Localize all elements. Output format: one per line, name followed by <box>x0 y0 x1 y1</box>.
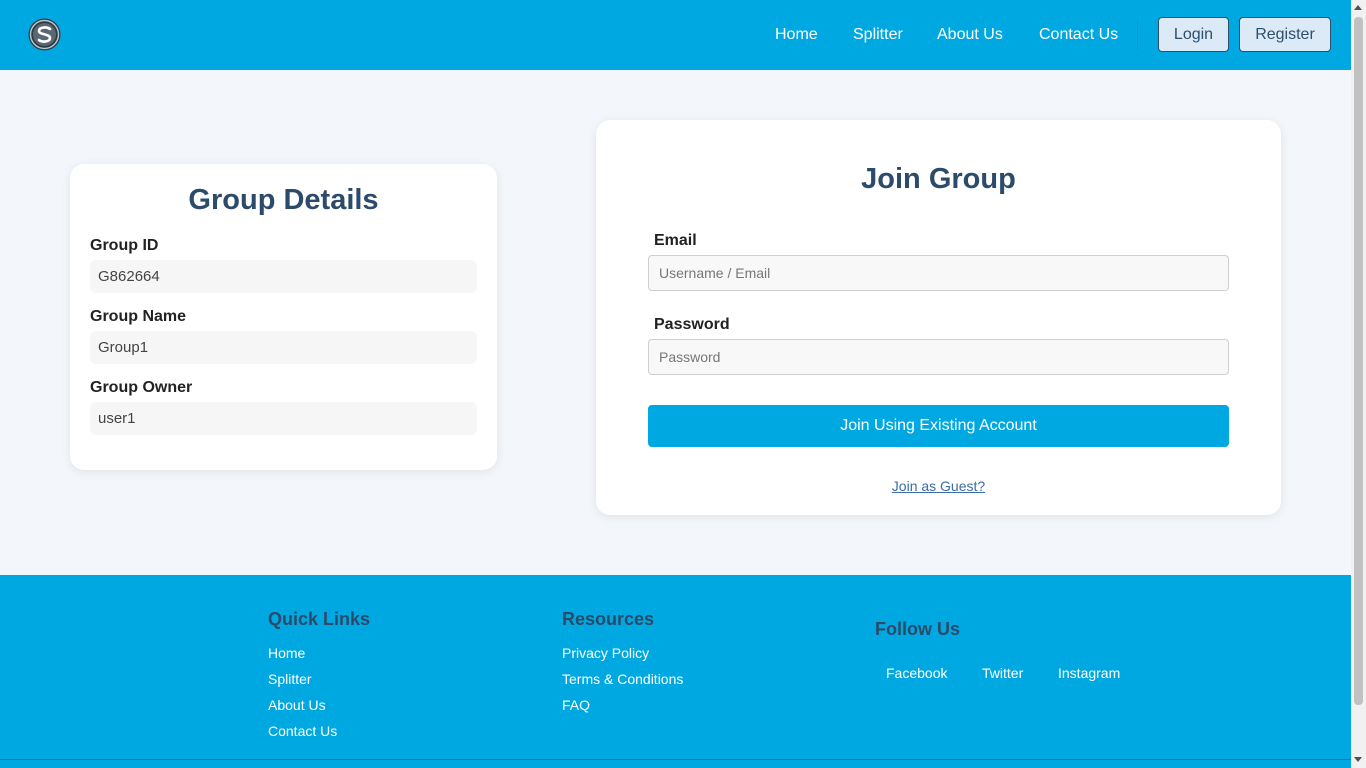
logo-icon[interactable] <box>28 18 61 51</box>
group-name-label: Group Name <box>90 308 187 325</box>
password-input[interactable] <box>648 339 1229 375</box>
group-id-label: Group ID <box>90 237 159 254</box>
footer-link-about-us[interactable]: About Us <box>268 697 326 713</box>
nav-link-about-us[interactable]: About Us <box>937 25 1003 45</box>
scrollbar-thumb[interactable] <box>1354 17 1363 705</box>
footer: Quick Links Home Splitter About Us Conta… <box>0 575 1351 768</box>
login-button[interactable]: Login <box>1158 17 1229 52</box>
footer-quick-links-heading: Quick Links <box>268 609 371 629</box>
group-id-value: G862664 <box>90 260 477 293</box>
footer-link-privacy-policy[interactable]: Privacy Policy <box>562 645 649 661</box>
email-label: Email <box>654 232 697 249</box>
group-details-card: Group Details Group ID G862664 Group Nam… <box>70 164 497 470</box>
join-existing-account-button[interactable]: Join Using Existing Account <box>648 405 1229 447</box>
scroll-up-arrow-icon[interactable] <box>1354 5 1362 10</box>
register-button[interactable]: Register <box>1239 17 1331 52</box>
footer-link-instagram[interactable]: Instagram <box>1058 665 1120 681</box>
nav-link-contact-us[interactable]: Contact Us <box>1039 25 1118 45</box>
nav-divider <box>1137 20 1138 50</box>
group-details-title: Group Details <box>188 184 379 216</box>
nav-link-splitter[interactable]: Splitter <box>853 25 903 45</box>
footer-link-terms-conditions[interactable]: Terms & Conditions <box>562 671 683 687</box>
join-group-title: Join Group <box>861 163 1016 195</box>
footer-link-twitter[interactable]: Twitter <box>982 665 1023 681</box>
email-input[interactable] <box>648 255 1229 291</box>
group-owner-label: Group Owner <box>90 379 193 396</box>
footer-link-home[interactable]: Home <box>268 645 305 661</box>
password-label: Password <box>654 316 730 333</box>
scroll-down-arrow-icon[interactable] <box>1354 757 1362 762</box>
footer-resources-heading: Resources <box>562 609 655 629</box>
footer-link-faq[interactable]: FAQ <box>562 697 590 713</box>
footer-link-splitter[interactable]: Splitter <box>268 671 312 687</box>
group-name-value: Group1 <box>90 331 477 364</box>
join-as-guest-link[interactable]: Join as Guest? <box>596 478 1281 494</box>
group-owner-value: user1 <box>90 402 477 435</box>
nav-link-home[interactable]: Home <box>775 25 818 45</box>
footer-divider <box>0 759 1351 760</box>
vertical-scrollbar[interactable] <box>1351 0 1366 768</box>
join-group-card: Join Group Email Password Join Using Exi… <box>596 120 1281 515</box>
footer-follow-us-heading: Follow Us <box>875 619 960 639</box>
page: Home Splitter About Us Contact Us Login … <box>0 0 1351 768</box>
navbar: Home Splitter About Us Contact Us Login … <box>0 0 1351 70</box>
footer-link-contact-us[interactable]: Contact Us <box>268 723 337 739</box>
footer-link-facebook[interactable]: Facebook <box>886 665 947 681</box>
